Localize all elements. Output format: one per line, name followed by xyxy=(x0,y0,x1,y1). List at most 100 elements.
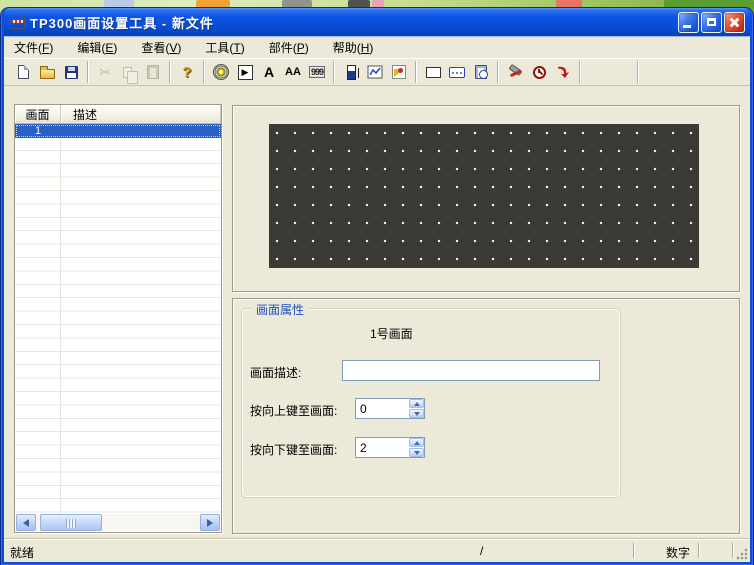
status-divider xyxy=(633,543,635,558)
properties-panel: 画面属性 1号画面 画面描述: 按向上键至画面: 按向下键至画面: xyxy=(232,298,740,534)
copy-button[interactable] xyxy=(117,60,141,84)
scrollbar-track[interactable] xyxy=(37,514,199,531)
text-a-icon: A xyxy=(264,64,274,80)
help-question-icon: ? xyxy=(182,64,191,81)
led-indicator-icon xyxy=(213,64,229,80)
group-title: 画面属性 xyxy=(252,301,308,318)
scroll-right-button[interactable] xyxy=(200,514,220,531)
paste-button[interactable] xyxy=(141,60,165,84)
static-text-button[interactable]: A xyxy=(257,60,281,84)
trend-chart-button[interactable] xyxy=(363,60,387,84)
desc-label: 画面描述: xyxy=(250,364,301,381)
chevron-up-icon xyxy=(414,402,420,406)
up-key-label: 按向上键至画面: xyxy=(250,402,337,419)
toolbar-separator xyxy=(169,61,171,83)
horizontal-scrollbar[interactable] xyxy=(16,514,220,531)
help-button[interactable]: ? xyxy=(175,60,199,84)
thumb-grip-icon xyxy=(66,519,76,528)
toolbar-separator xyxy=(637,61,639,83)
down-key-spinner xyxy=(355,437,425,458)
column-header-screen[interactable]: 画面 xyxy=(15,105,61,123)
bitmap-button[interactable] xyxy=(387,60,411,84)
bitmap-image-icon xyxy=(392,65,406,79)
resize-grip[interactable] xyxy=(736,548,748,560)
down-spin-increase-button[interactable] xyxy=(409,438,424,447)
down-spin-decrease-button[interactable] xyxy=(409,448,424,457)
down-key-input[interactable] xyxy=(356,438,408,457)
alarm-button[interactable] xyxy=(527,60,551,84)
function-key-button[interactable]: ▶ xyxy=(233,60,257,84)
lcd-display-canvas[interactable] xyxy=(269,124,699,268)
schedule-button[interactable] xyxy=(469,60,493,84)
desc-input[interactable] xyxy=(342,360,600,381)
menubar: 文件(F) 编辑(E) 查看(V) 工具(T) 部件(P) 帮助(H) xyxy=(4,36,750,58)
menu-tools[interactable]: 工具(T) xyxy=(205,39,244,56)
settings-button[interactable] xyxy=(503,60,527,84)
register-display-button[interactable] xyxy=(445,60,469,84)
screen-properties-group: 画面属性 1号画面 画面描述: 按向上键至画面: 按向下键至画面: xyxy=(241,308,621,498)
up-key-input[interactable] xyxy=(356,399,408,418)
download-button[interactable] xyxy=(551,60,575,84)
menu-file[interactable]: 文件(F) xyxy=(14,39,53,56)
variable-text-button[interactable]: AA xyxy=(281,60,305,84)
digits-icon: 999 xyxy=(309,66,325,78)
statusbar: 就绪 / 数字 xyxy=(4,538,750,562)
alarm-clock-icon xyxy=(533,66,546,79)
status-divider xyxy=(698,543,700,558)
toolbar-separator xyxy=(87,61,89,83)
paste-icon xyxy=(147,65,159,79)
screen-list-header: 画面 描述 xyxy=(15,105,221,124)
rectangle-button[interactable] xyxy=(421,60,445,84)
column-header-description[interactable]: 描述 xyxy=(61,105,221,123)
preview-panel xyxy=(232,105,740,292)
minimize-icon xyxy=(683,25,691,28)
digital-display-button[interactable]: 999 xyxy=(305,60,329,84)
menu-help[interactable]: 帮助(H) xyxy=(333,39,374,56)
screen-list: 画面 描述 1 xyxy=(14,104,222,533)
up-key-spinner xyxy=(355,398,425,419)
client-area: 画面 描述 1 xyxy=(4,86,750,538)
save-floppy-icon xyxy=(65,66,78,79)
new-file-icon xyxy=(18,65,29,79)
bar-graph-button[interactable] xyxy=(339,60,363,84)
chevron-right-icon xyxy=(207,519,213,527)
app-window: TP300画面设置工具 - 新文件 文件(F) 编辑(E) 查看(V) 工具(T… xyxy=(1,8,753,565)
up-spin-decrease-button[interactable] xyxy=(409,409,424,418)
toolbar-separator xyxy=(415,61,417,83)
menu-edit[interactable]: 编辑(E) xyxy=(77,39,117,56)
toolbar-separator xyxy=(579,61,581,83)
toolbar: ✂ ? ▶ A AA 999 xyxy=(4,58,750,86)
app-icon xyxy=(9,15,25,29)
toolbar-separator xyxy=(203,61,205,83)
up-spin-increase-button[interactable] xyxy=(409,399,424,408)
toolbar-separator xyxy=(333,61,335,83)
play-box-icon: ▶ xyxy=(238,65,253,80)
scrollbar-thumb[interactable] xyxy=(40,514,102,531)
open-folder-icon xyxy=(40,69,55,79)
menu-parts[interactable]: 部件(P) xyxy=(269,39,309,56)
screen-list-body[interactable]: 1 xyxy=(15,124,221,514)
close-button[interactable] xyxy=(724,12,745,33)
save-file-button[interactable] xyxy=(59,60,83,84)
chevron-down-icon xyxy=(414,451,420,455)
screen-number-heading: 1号画面 xyxy=(370,325,413,342)
open-file-button[interactable] xyxy=(35,60,59,84)
list-row-selected[interactable]: 1 xyxy=(15,124,221,138)
red-arrow-icon xyxy=(555,64,571,80)
status-coordinates: / xyxy=(480,544,483,558)
down-key-label: 按向下键至画面: xyxy=(250,441,337,458)
register-display-icon xyxy=(449,67,465,78)
minimize-button[interactable] xyxy=(678,12,699,33)
menu-view[interactable]: 查看(V) xyxy=(141,39,181,56)
scroll-left-button[interactable] xyxy=(16,514,36,531)
titlebar[interactable]: TP300画面设置工具 - 新文件 xyxy=(4,8,750,36)
clipboard-clock-icon xyxy=(475,65,487,79)
indicator-lamp-button[interactable] xyxy=(209,60,233,84)
tools-wrench-icon xyxy=(507,64,523,80)
maximize-button[interactable] xyxy=(701,12,722,33)
cut-button[interactable]: ✂ xyxy=(93,60,117,84)
new-file-button[interactable] xyxy=(11,60,35,84)
window-title: TP300画面设置工具 - 新文件 xyxy=(30,13,214,32)
status-divider xyxy=(732,543,734,558)
copy-icon xyxy=(123,67,132,78)
